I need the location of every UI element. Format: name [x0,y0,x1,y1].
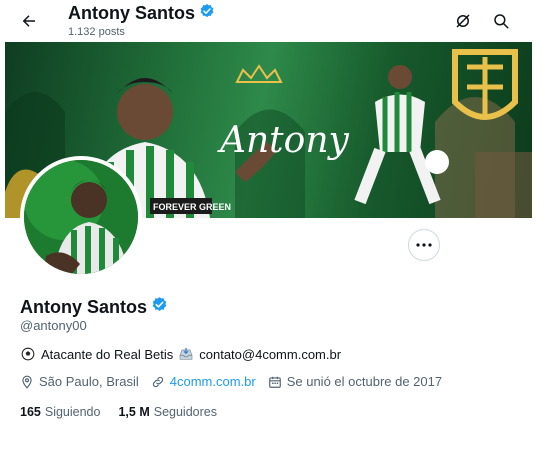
profile-meta: São Paulo, Brasil 4comm.com.br Se unió e… [20,374,454,389]
followers-link[interactable]: 1,5 M Seguidores [118,405,217,419]
profile-website[interactable]: 4comm.com.br [151,374,256,389]
search-icon[interactable] [490,10,512,32]
follow-counts: 165 Siguiendo 1,5 M Seguidores [20,405,235,419]
verified-badge-icon [151,296,168,318]
more-options-button[interactable] [408,229,440,261]
banner-signature: Antony [217,120,350,161]
following-label: Siguiendo [44,405,101,419]
followers-label: Seguidores [153,405,217,419]
location-pin-icon [22,375,32,389]
followers-count: 1,5 M [118,405,150,419]
bio-text: Atacante do Real Betis [41,346,174,362]
more-dots-icon [416,243,432,247]
profile-header: Antony Santos 1.132 posts [0,0,544,42]
header-title-block: Antony Santos 1.132 posts [68,2,215,38]
back-arrow-icon[interactable] [18,10,40,32]
profile-name: Antony Santos [20,296,148,317]
calendar-icon [268,376,281,388]
banner-jersey-text: FOREVER GREEN [153,202,231,212]
profile-avatar[interactable] [20,156,142,278]
soccer-ball-icon [20,346,36,362]
location-text: São Paulo, Brasil [39,374,139,389]
profile-bio: Atacante do Real Betis contato@4comm.com… [20,346,341,362]
profile-handle: @antony00 [20,318,87,333]
verified-badge-icon [199,3,215,24]
posts-count: 1.132 posts [68,26,125,38]
header-title: Antony Santos [68,2,196,23]
joined-text: Se unió el octubre de 2017 [286,374,443,389]
profile-location: São Paulo, Brasil [20,374,139,389]
inbox-tray-icon [178,346,194,362]
link-icon [152,376,163,387]
profile-name-row: Antony Santos [20,296,168,318]
following-count: 165 [20,405,41,419]
profile-joined: Se unió el octubre de 2017 [268,374,442,389]
grok-icon[interactable] [452,10,474,32]
website-link[interactable]: 4comm.com.br [170,374,256,389]
bio-contact-email: contato@4comm.com.br [199,346,342,362]
following-link[interactable]: 165 Siguiendo [20,405,100,419]
